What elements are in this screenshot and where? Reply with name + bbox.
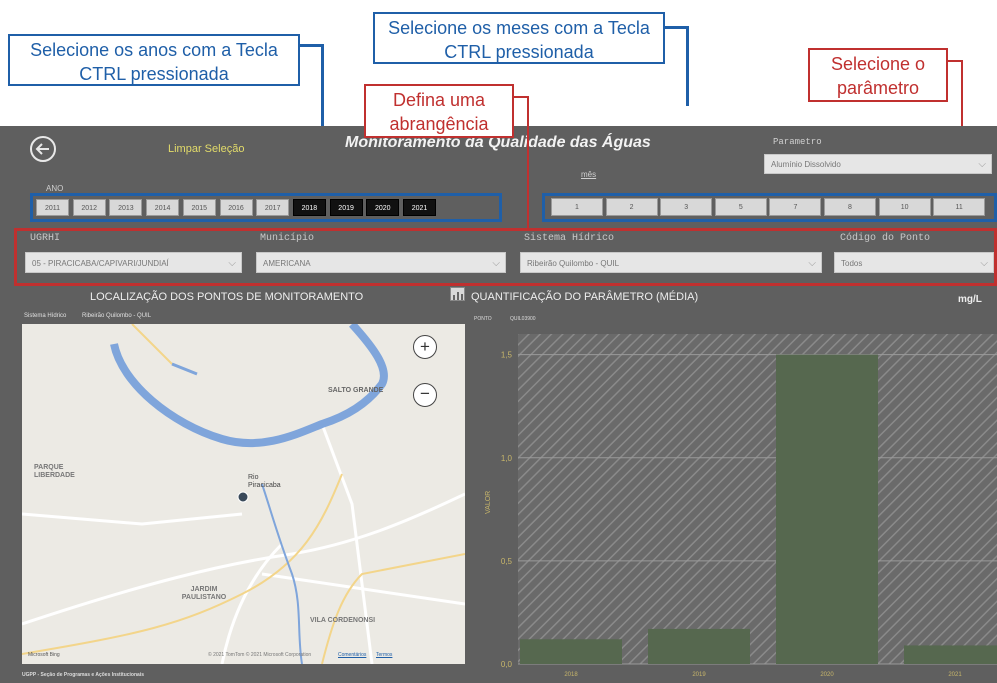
chart-plot-area <box>518 334 997 664</box>
municipio-value: AMERICANA <box>263 259 311 268</box>
y-axis-title: VALOR <box>485 491 492 514</box>
param-callout-connector <box>948 60 962 62</box>
place-vila-cordenonsi: VILA CORDENONSI <box>310 617 376 624</box>
chevron-down-icon: ⌵ <box>980 258 988 269</box>
chart-type-icon[interactable] <box>450 287 465 301</box>
y-tick-label: 1,0 <box>501 454 513 463</box>
footer-text: UGPP - Seção de Programas e Ações Instit… <box>22 672 144 678</box>
chart-point-value: QUIL03900 <box>510 316 536 322</box>
bing-logo: Microsoft Bing <box>28 652 60 658</box>
sistema-select[interactable]: Ribeirão Quilombo - QUIL ⌵ <box>520 252 822 273</box>
scope-callout-connector-vertical <box>527 96 529 230</box>
map-feedback-link[interactable]: Comentários <box>338 652 366 658</box>
map-copyright: © 2021 TomTom © 2021 Microsoft Corporati… <box>208 652 312 658</box>
years-hint-callout: Selecione os anos com a Tecla CTRL press… <box>8 34 300 86</box>
place-jardim-paulistano: JARDIM PAULISTANO <box>181 586 227 601</box>
years-highlight-frame <box>30 193 502 222</box>
bar-2019[interactable] <box>648 628 750 664</box>
y-tick-label: 0,0 <box>501 660 513 669</box>
chevron-down-icon: ⌵ <box>978 159 986 170</box>
clear-selection-button[interactable]: Limpar Seleção <box>168 143 244 155</box>
bar-2021[interactable] <box>904 645 997 664</box>
chevron-down-icon: ⌵ <box>492 258 500 269</box>
chart-panel-title: QUANTIFICAÇÃO DO PARÂMETRO (MÉDIA) <box>471 291 699 303</box>
bar-chart-icon <box>453 292 463 300</box>
ugrhi-value: 05 - PIRACICABA/CAPIVARI/JUNDIAÍ <box>32 259 169 268</box>
place-salto-grande: SALTO GRANDE <box>328 387 384 394</box>
param-hint-text: Selecione o parâmetro <box>830 54 926 98</box>
place-rio-piracicaba: Rio Piracicaba <box>248 474 281 489</box>
parameter-value: Alumínio Dissolvido <box>771 160 841 169</box>
municipio-label: Município <box>260 233 315 244</box>
x-tick-label-2021: 2021 <box>948 672 962 678</box>
y-tick-label: 0,5 <box>501 557 513 566</box>
months-callout-connector-vertical <box>686 26 689 106</box>
months-hint-text: Selecione os meses com a Tecla CTRL pres… <box>388 18 650 62</box>
map-subtitle-value: Ribeirão Quilombo - QUIL <box>82 313 152 319</box>
bar-2020[interactable] <box>776 354 878 664</box>
years-hint-text: Selecione os anos com a Tecla CTRL press… <box>30 40 278 84</box>
scope-hint-text: Defina uma abrangência <box>389 90 489 134</box>
map-terms-link[interactable]: Termos <box>376 652 392 658</box>
parameter-select[interactable]: Alumínio Dissolvido ⌵ <box>764 154 992 174</box>
months-hint-callout: Selecione os meses com a Tecla CTRL pres… <box>373 12 665 64</box>
x-tick-label-2018: 2018 <box>564 672 578 678</box>
chevron-down-icon: ⌵ <box>228 258 236 269</box>
bar-2018[interactable] <box>520 639 622 664</box>
year-filter-label: ANO <box>46 184 64 193</box>
param-hint-callout: Selecione o parâmetro <box>808 48 948 102</box>
zoom-out-button[interactable]: − <box>413 383 437 407</box>
chart-unit: mg/L <box>958 294 982 305</box>
chevron-down-icon: ⌵ <box>808 258 816 269</box>
scope-callout-connector <box>514 96 528 98</box>
month-filter-label: mês <box>581 170 597 179</box>
place-parque-liberdade: PARQUE LIBERDADE <box>34 464 75 479</box>
months-highlight-frame <box>542 193 997 222</box>
map-subtitle-label: Sistema Hídrico <box>24 313 67 319</box>
zoom-in-button[interactable]: + <box>413 335 437 359</box>
map-view[interactable]: SALTO GRANDE PARQUE LIBERDADE Rio Piraci… <box>22 324 465 664</box>
municipio-select[interactable]: AMERICANA ⌵ <box>256 252 506 273</box>
codigo-select[interactable]: Todos ⌵ <box>834 252 994 273</box>
back-arrow-icon[interactable] <box>28 134 58 164</box>
codigo-value: Todos <box>841 259 863 268</box>
x-tick-label-2020: 2020 <box>820 672 834 678</box>
monitoring-point-marker[interactable] <box>237 491 249 503</box>
map-panel-title: LOCALIZAÇÃO DOS PONTOS DE MONITORAMENTO <box>90 291 364 303</box>
sistema-value: Ribeirão Quilombo - QUIL <box>527 259 620 268</box>
river-piracicaba <box>110 324 388 448</box>
scope-hint-callout: Defina uma abrangência <box>364 84 514 138</box>
x-tick-label-2019: 2019 <box>692 672 706 678</box>
sistema-label: Sistema Hídrico <box>524 233 615 244</box>
parameter-label: Parametro <box>773 137 822 147</box>
ugrhi-label: UGRHI <box>30 233 61 244</box>
chart-point-label: PONTO <box>474 316 492 322</box>
bar-chart: VALOR 0,0 0,5 1,0 1,5 2018 2019 2020 2021 <box>485 334 997 678</box>
codigo-label: Código do Ponto <box>840 233 931 244</box>
ugrhi-select[interactable]: 05 - PIRACICABA/CAPIVARI/JUNDIAÍ ⌵ <box>25 252 242 273</box>
map-roads <box>22 423 465 664</box>
map-canvas <box>22 324 465 664</box>
y-tick-label: 1,5 <box>501 351 513 360</box>
